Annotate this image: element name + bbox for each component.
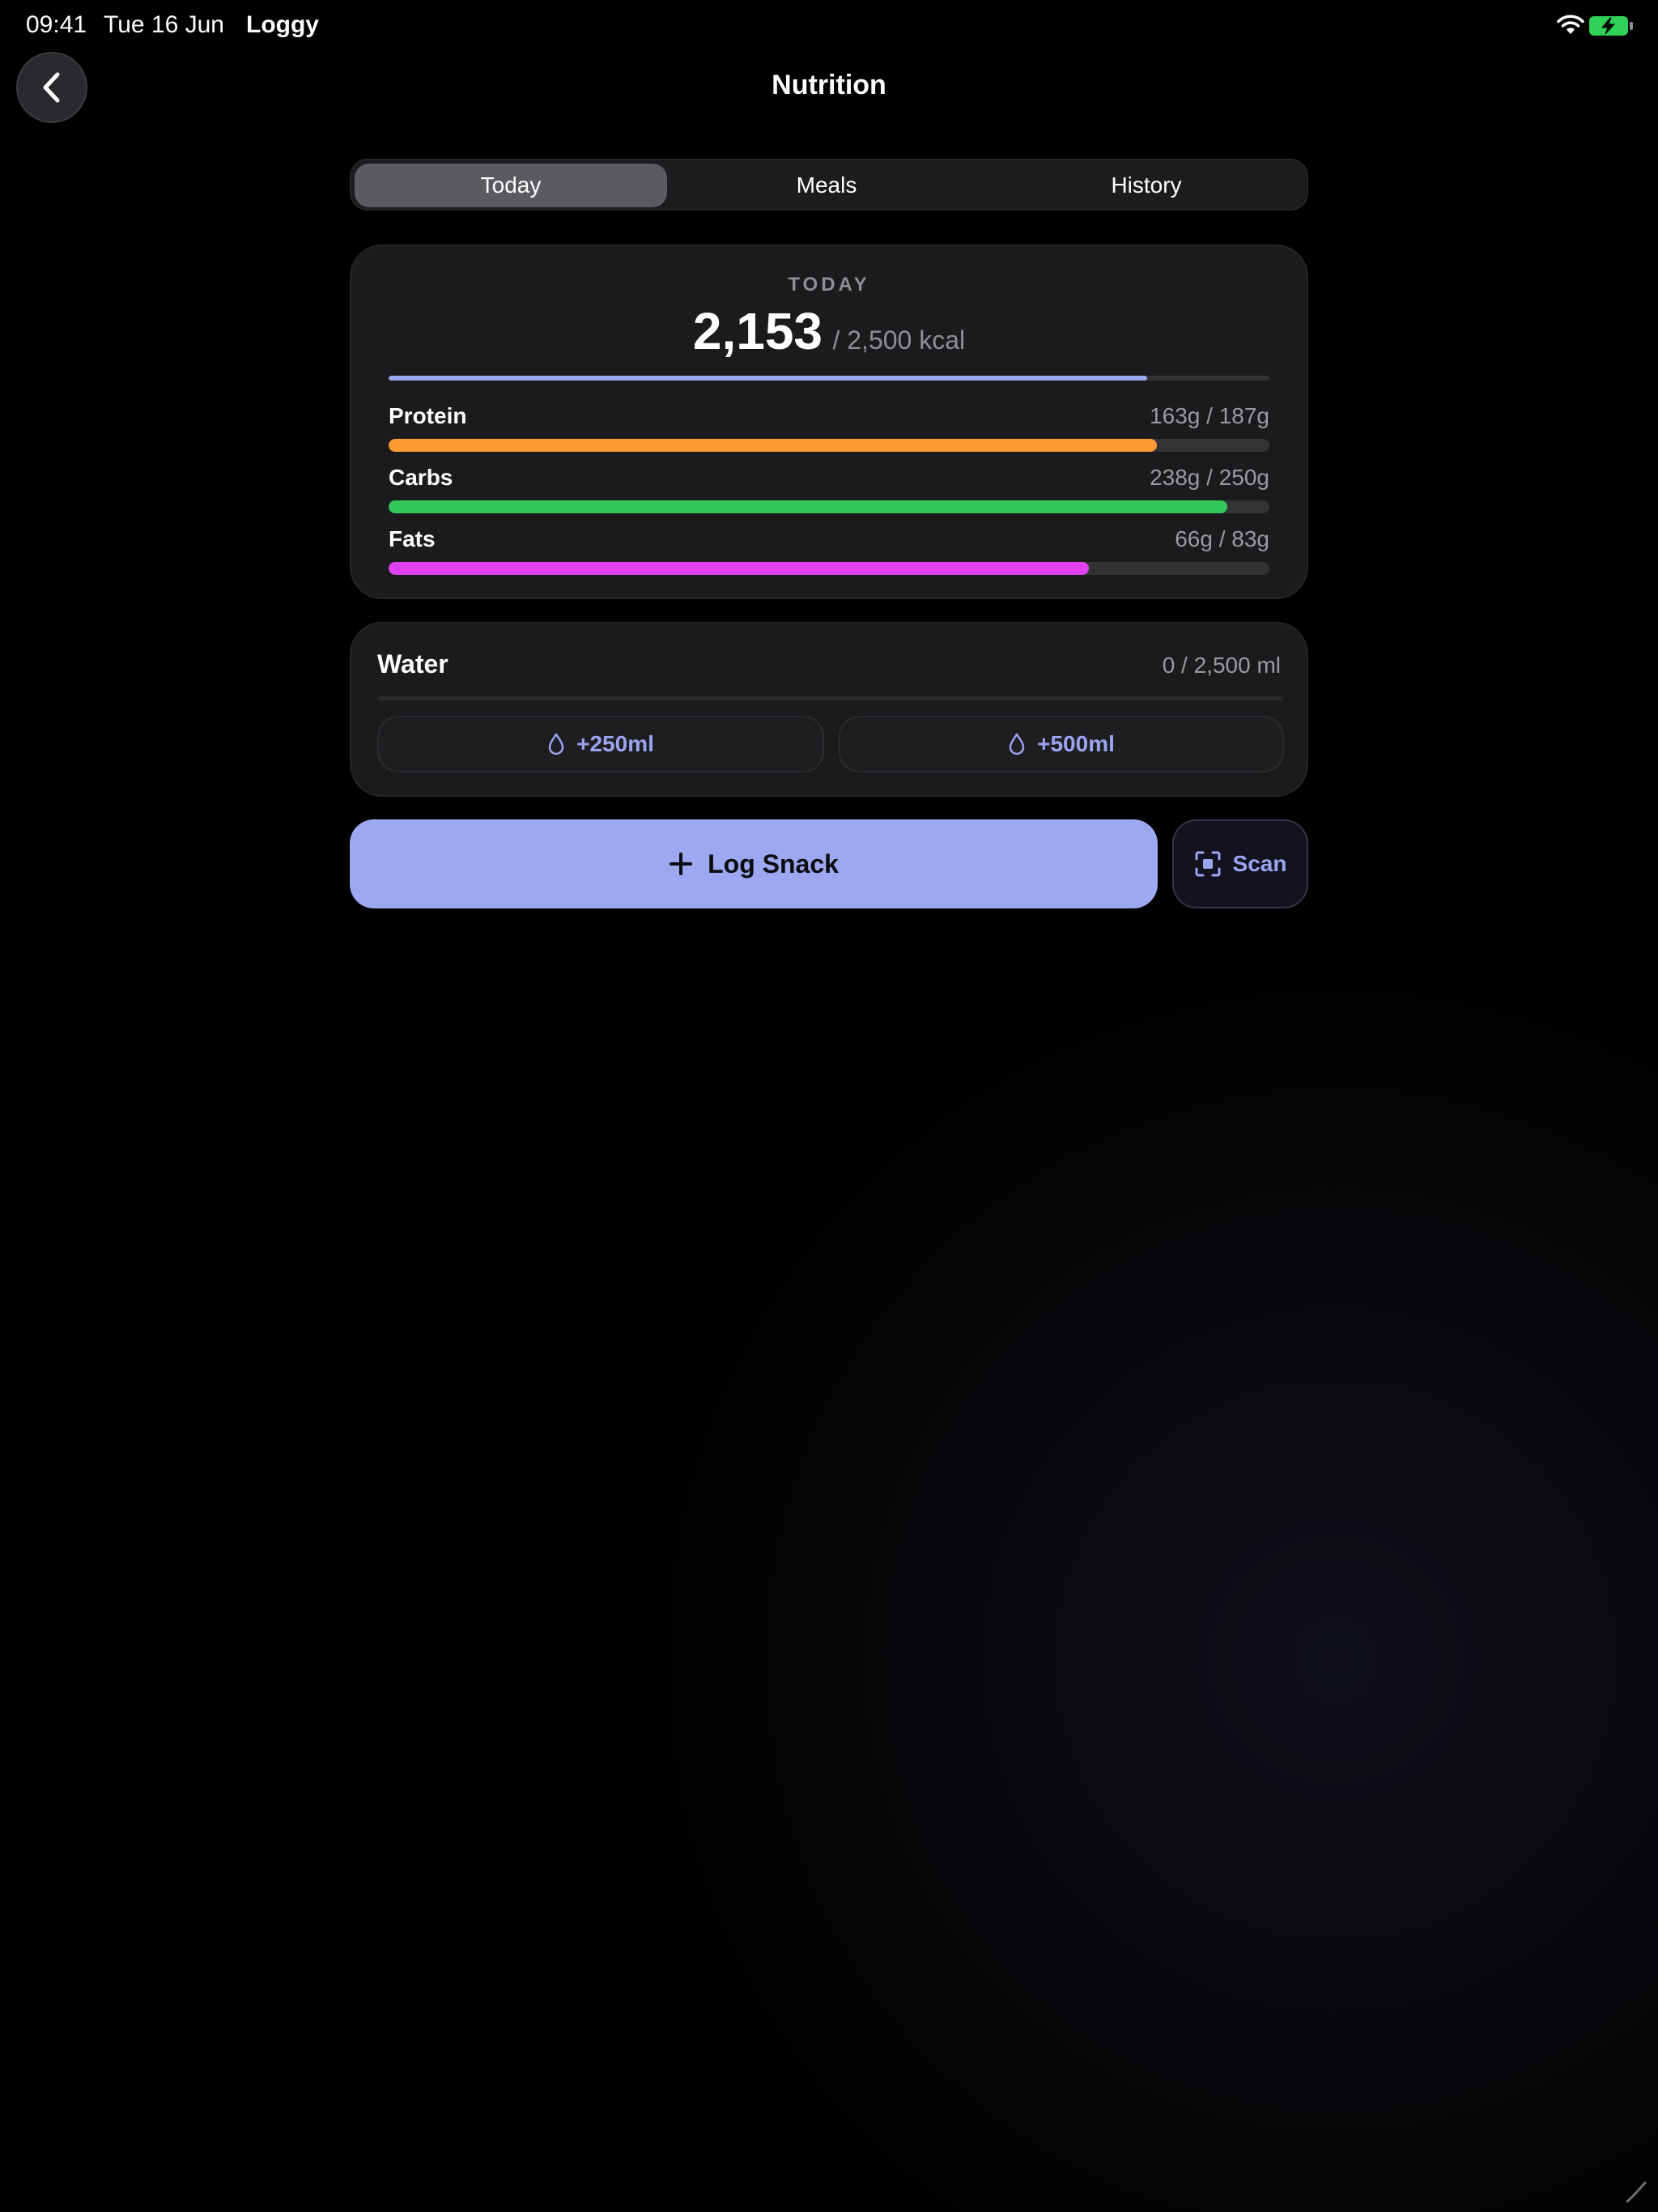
calories-progress-fill bbox=[389, 376, 1147, 381]
water-title: Water bbox=[377, 649, 449, 678]
fats-progress-fill bbox=[389, 562, 1089, 575]
calories-summary: 2,153 / 2,500 kcal bbox=[351, 301, 1307, 361]
add-500ml-label: +500ml bbox=[1037, 731, 1115, 756]
tab-meals[interactable]: Meals bbox=[670, 164, 983, 207]
macro-value-protein: 163g / 187g bbox=[1150, 403, 1269, 428]
scan-label: Scan bbox=[1232, 851, 1287, 876]
macro-label-fats: Fats bbox=[389, 526, 436, 551]
add-250ml-button[interactable]: +250ml bbox=[377, 716, 824, 772]
protein-progress-track bbox=[389, 439, 1269, 452]
tab-bar: Today Meals History bbox=[350, 159, 1308, 211]
macro-value-carbs: 238g / 250g bbox=[1150, 465, 1269, 490]
macro-value-fats: 66g / 83g bbox=[1175, 526, 1269, 551]
status-date: Tue 16 Jun bbox=[104, 11, 224, 38]
macro-label-carbs: Carbs bbox=[389, 465, 453, 490]
carbs-progress-track bbox=[389, 500, 1269, 513]
tab-today[interactable]: Today bbox=[355, 164, 667, 207]
calories-current: 2,153 bbox=[692, 302, 823, 360]
macro-label-protein: Protein bbox=[389, 403, 467, 428]
water-drop-icon bbox=[1009, 733, 1025, 755]
wifi-icon bbox=[1557, 15, 1584, 34]
plus-icon bbox=[670, 853, 693, 875]
status-time: 09:41 bbox=[26, 11, 87, 38]
today-summary-card: TODAY 2,153 / 2,500 kcal Protein 163g / … bbox=[350, 245, 1308, 599]
page-title: Nutrition bbox=[772, 70, 886, 100]
resize-handle-icon[interactable] bbox=[1624, 2180, 1648, 2204]
scan-icon bbox=[1195, 851, 1221, 877]
carbs-progress-fill bbox=[389, 500, 1227, 513]
scan-button[interactable]: Scan bbox=[1172, 819, 1308, 908]
today-label: TODAY bbox=[788, 274, 870, 296]
water-card: Water 0 / 2,500 ml +250ml +500ml bbox=[350, 622, 1308, 797]
status-bar: 09:41 Tue 16 Jun Loggy bbox=[0, 0, 1658, 52]
status-app-name: Loggy bbox=[246, 11, 319, 38]
battery-charging-icon bbox=[1589, 16, 1633, 36]
calories-goal: / 2,500 kcal bbox=[832, 325, 966, 355]
fats-progress-track bbox=[389, 562, 1269, 575]
water-value: 0 / 2,500 ml bbox=[1162, 653, 1281, 678]
add-250ml-label: +250ml bbox=[576, 731, 654, 756]
log-snack-label: Log Snack bbox=[708, 849, 839, 878]
add-500ml-button[interactable]: +500ml bbox=[839, 716, 1284, 772]
protein-progress-fill bbox=[389, 439, 1157, 452]
log-snack-button[interactable]: Log Snack bbox=[350, 819, 1158, 908]
water-drop-icon bbox=[548, 733, 564, 755]
tab-history[interactable]: History bbox=[988, 164, 1305, 207]
calories-progress-track bbox=[389, 376, 1269, 381]
water-progress-track bbox=[377, 696, 1282, 701]
